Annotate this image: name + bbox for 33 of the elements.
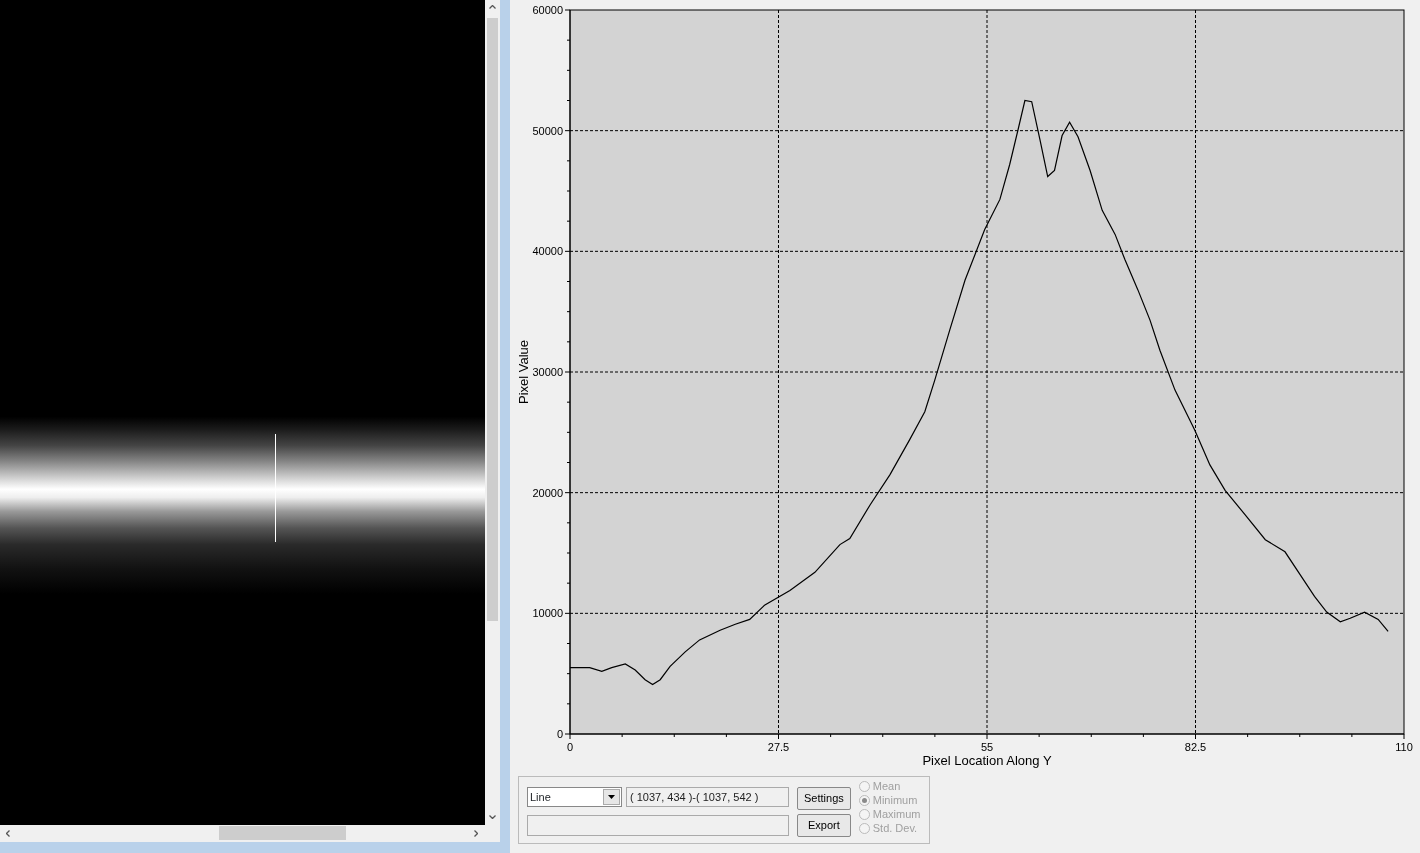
profile-line[interactable] [275, 434, 276, 542]
scrollbar-thumb[interactable] [219, 826, 346, 840]
y-axis-title: Pixel Value [516, 339, 531, 405]
mode-dropdown[interactable]: Line [527, 787, 622, 807]
status-field[interactable] [527, 815, 789, 836]
radio-label: Std. Dev. [872, 821, 918, 835]
radio-label: Mean [872, 779, 901, 793]
x-axis-title: Pixel Location Along Y [922, 753, 1052, 768]
x-tick-label: 55 [980, 741, 994, 753]
y-tick-label: 20000 [532, 486, 563, 499]
coordinates-field[interactable]: ( 1037, 434 )-( 1037, 542 ) [626, 787, 789, 807]
y-tick-label: 40000 [532, 245, 563, 258]
x-tick-label: 82.5 [1184, 741, 1207, 753]
vertical-scrollbar[interactable] [485, 0, 500, 825]
x-tick-label: 110 [1395, 741, 1413, 753]
scroll-down-icon[interactable] [489, 815, 496, 819]
y-tick-label: 30000 [532, 366, 563, 378]
scroll-left-icon[interactable] [6, 830, 10, 837]
x-tick-label: 27.5 [767, 741, 790, 753]
y-tick-label: 60000 [532, 4, 563, 16]
dialog-button[interactable]: Export [797, 814, 851, 837]
y-tick-label: 0 [556, 728, 563, 740]
radio-label: Maximum [872, 807, 921, 821]
dialog-button[interactable]: Settings [797, 787, 851, 810]
y-tick-label: 50000 [532, 124, 563, 137]
radio-label: Minimum [872, 793, 918, 807]
horizontal-scrollbar[interactable] [0, 825, 500, 842]
scroll-up-icon[interactable] [489, 5, 496, 9]
scrollbar-thumb[interactable] [487, 18, 498, 621]
y-tick-label: 10000 [532, 607, 563, 620]
x-tick-label: 0 [566, 741, 574, 753]
mode-value: Line [530, 789, 551, 805]
scroll-right-icon[interactable] [474, 830, 478, 837]
